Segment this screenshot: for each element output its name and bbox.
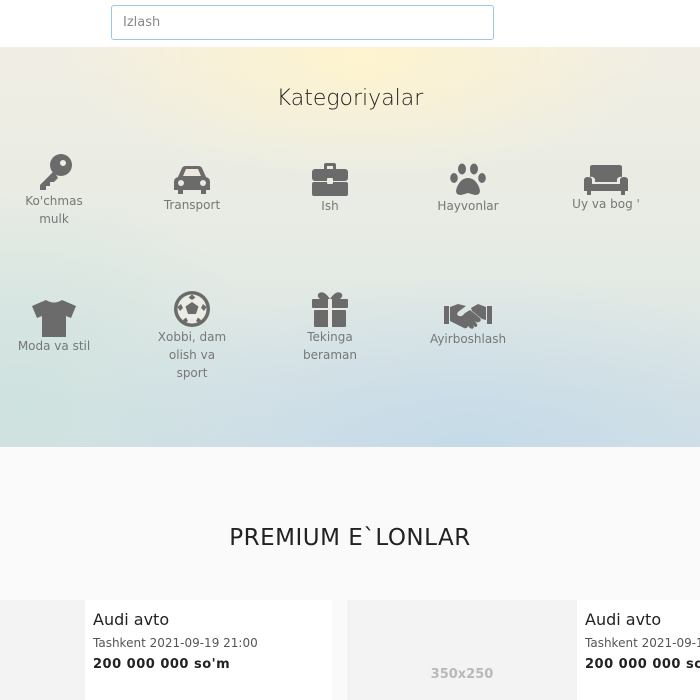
category-label: Tekinga beraman — [303, 330, 357, 362]
listing-image[interactable]: 350x250 — [347, 600, 577, 700]
gift-icon — [312, 292, 348, 327]
car-icon — [174, 166, 210, 194]
category-label: Moda va stil — [17, 339, 91, 353]
category-free-giveaway[interactable]: Tekinga beraman — [270, 290, 390, 364]
premium-listings-title: PREMIUM E`LONLAR — [229, 525, 471, 551]
tshirt-icon — [32, 300, 76, 337]
category-animals[interactable]: Hayvonlar — [408, 163, 528, 215]
listing-title[interactable]: Audi avto — [585, 610, 692, 629]
category-fashion[interactable]: Moda va stil — [0, 300, 114, 355]
paw-icon — [450, 163, 486, 195]
listing-body: Audi avto Tashkent 2021-09-19 21:00 200 … — [577, 600, 700, 700]
category-label: Ko'chmas mulk — [25, 194, 83, 226]
category-label: Transport — [163, 198, 221, 212]
category-label: Ayirboshlash — [429, 332, 507, 346]
listing-card[interactable]: 350x250 Audi avto Tashkent 2021-09-19 21… — [347, 600, 700, 700]
listing-price: 200 000 000 so'm — [93, 657, 231, 672]
categories-title: Kategoriyalar — [276, 86, 424, 111]
listing-title[interactable]: Audi avto — [93, 610, 324, 629]
categories-section: Kategoriyalar Ko'chmas mulk Transport Is… — [0, 47, 700, 447]
listing-location-date: Tashkent 2021-09-19 21:00 — [93, 636, 258, 650]
listing-image[interactable] — [0, 600, 85, 700]
key-icon — [40, 154, 72, 190]
listing-body: Audi avto Tashkent 2021-09-19 21:00 200 … — [85, 600, 332, 700]
listing-price: 200 000 000 so'm — [585, 657, 700, 672]
category-jobs[interactable]: Ish — [270, 163, 390, 215]
couch-icon — [584, 165, 628, 195]
category-label: Hayvonlar — [437, 199, 499, 213]
listing-image-label: 350x250 — [430, 667, 494, 682]
category-real-estate[interactable]: Ko'chmas mulk — [0, 152, 114, 228]
listing-card[interactable]: Audi avto Tashkent 2021-09-19 21:00 200 … — [0, 600, 332, 700]
category-transport[interactable]: Transport — [132, 164, 252, 214]
category-hobby-sport[interactable]: Xobbi, dam olish va sport — [132, 290, 252, 382]
category-label: Uy va bog ' — [572, 197, 640, 211]
category-exchange[interactable]: Ayirboshlash — [408, 300, 528, 348]
category-label: Xobbi, dam olish va sport — [157, 330, 227, 380]
category-label: Ish — [321, 199, 339, 213]
top-bar — [0, 0, 700, 47]
search-input[interactable] — [111, 5, 494, 40]
briefcase-icon — [312, 163, 348, 196]
soccer-ball-icon — [174, 291, 210, 327]
listing-location-date: Tashkent 2021-09-19 21:00 — [585, 636, 700, 650]
handshake-icon — [444, 304, 492, 329]
category-home-garden[interactable]: Uy va bog ' — [546, 165, 666, 213]
